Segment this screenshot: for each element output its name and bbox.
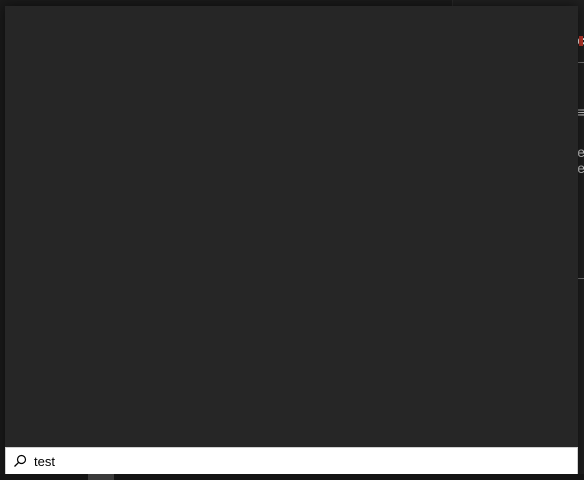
background-window-divider xyxy=(577,62,584,63)
background-window-divider xyxy=(577,278,584,279)
background-window-accent xyxy=(579,36,583,46)
background-window-text-fragment: e xyxy=(577,160,584,176)
taskbar-active-indicator[interactable] xyxy=(88,474,114,480)
search-input[interactable] xyxy=(34,449,577,473)
background-window-text-fragment: e xyxy=(577,144,584,160)
desktop-screen: 'c ≡ e e xyxy=(0,0,584,480)
search-flyout xyxy=(5,6,578,480)
search-box[interactable] xyxy=(5,447,578,475)
search-icon xyxy=(6,448,34,474)
taskbar xyxy=(0,474,584,480)
search-results-area xyxy=(5,6,578,446)
